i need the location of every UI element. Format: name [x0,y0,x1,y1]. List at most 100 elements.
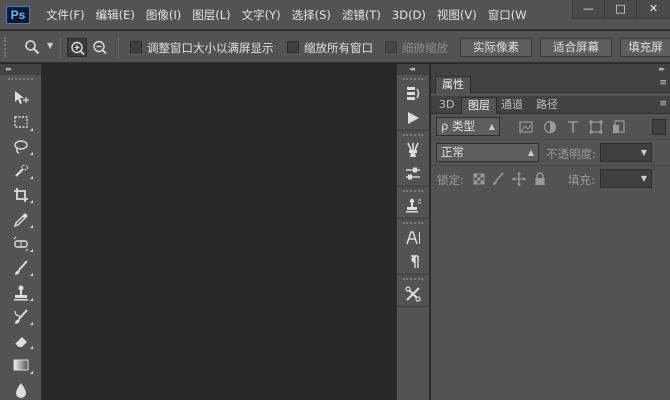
eyedropper-icon [13,212,28,227]
menu-view[interactable]: 视图(V) [437,7,477,23]
fit-screen-button[interactable]: 适合屏幕 [540,38,612,57]
lock-row: 锁定: 填充: ▼ [431,166,670,192]
fill-input[interactable]: ▼ [600,169,652,188]
zoom-in-button[interactable] [67,38,87,57]
history-panel-icon[interactable] [397,82,429,106]
chevron-down-icon: ▼ [640,148,647,157]
quick-selection-icon [15,164,29,177]
menu-window[interactable]: 窗口(W [488,7,527,23]
zoom-out-icon [93,40,107,55]
lasso-icon [14,140,28,154]
tab-paths[interactable]: 路径 [530,97,564,114]
filter-kind-label: ρ 类型 [441,119,475,133]
lock-transparent-pixels-icon[interactable] [471,171,487,187]
brush-presets-icon[interactable] [397,138,429,162]
blur-tool[interactable] [0,378,42,400]
lasso-tool[interactable] [0,135,42,159]
character-panel-icon[interactable] [397,226,429,250]
tools-panel-collapse[interactable]: ▸▸ [0,64,41,75]
docked-panel-icons: ◂◂ [396,64,430,400]
zoom-all-windows-checkbox[interactable] [287,41,299,53]
type-layer-filter-icon[interactable] [565,119,581,135]
blend-mode-select[interactable]: 正常 ▲ [436,143,539,162]
smart-object-filter-icon[interactable] [611,119,627,135]
dock-collapse[interactable]: ◂◂ [397,64,429,75]
zoom-tool-preset-icon[interactable] [24,39,40,55]
opacity-input[interactable]: ▼ [600,143,652,162]
zoom-out-button[interactable] [90,38,110,57]
dock-group-history [397,75,429,131]
clone-source-icon[interactable] [397,194,429,218]
marquee-tool[interactable] [0,110,42,134]
resize-windows-checkbox[interactable] [130,41,142,53]
blur-icon [16,382,26,398]
tab-properties[interactable]: 属性 [435,76,471,93]
bandage-icon [13,236,29,252]
adjustments-sliders-icon[interactable] [397,162,429,186]
document-canvas-area[interactable] [43,64,395,400]
menu-3d[interactable]: 3D(D) [392,8,426,22]
actual-pixels-button[interactable]: 实际像素 [460,38,532,57]
brush-tool[interactable] [0,256,42,280]
fill-screen-button[interactable]: 填充屏 [620,38,670,57]
quick-selection-tool[interactable] [0,159,42,183]
menu-bar: Ps 文件(F) 编辑(E) 图像(I) 图层(L) 文字(Y) 选择(S) 滤… [0,0,670,30]
menu-image[interactable]: 图像(I) [146,7,181,23]
layer-filter-row: ρ 类型 ▲ [431,114,670,140]
pixel-layer-filter-icon[interactable] [518,119,534,135]
menu-file[interactable]: 文件(F) [46,7,85,23]
gradient-tool[interactable] [0,353,42,377]
scrubby-zoom-checkbox[interactable] [385,41,397,53]
blend-mode-row: 正常 ▲ 不透明度: ▼ [431,140,670,166]
layer-filter-toggle[interactable] [652,119,666,135]
menu-filter[interactable]: 滤镜(T) [342,7,381,23]
opacity-label: 不透明度: [546,147,596,161]
options-bar: ▼ 调整窗口大小以满屏显示 缩放所有窗口 细微缩放 实际像素 适合屏幕 填充屏 [0,31,670,63]
restore-button[interactable]: □ [604,0,636,19]
close-button[interactable]: ✕ [636,0,670,19]
paragraph-panel-icon[interactable] [397,250,429,274]
crop-icon [14,188,28,203]
menu-edit[interactable]: 编辑(E) [96,7,135,23]
move-tool[interactable] [0,86,42,110]
rectangular-marquee-icon [14,116,28,129]
lock-image-pixels-icon[interactable] [490,171,506,187]
crop-tool[interactable] [0,183,42,207]
move-icon [15,91,29,105]
brush-icon [15,260,28,276]
layers-panel-tabbar: 3D 图层 通道 路径 ≡ [431,96,670,114]
eraser-icon [14,337,27,348]
tab-3d[interactable]: 3D [433,97,460,114]
window-controls: — □ ✕ [572,0,670,20]
layer-filter-kind-select[interactable]: ρ 类型 ▲ [436,117,500,136]
history-brush-tool[interactable] [0,305,42,329]
gradient-icon [13,359,29,371]
eyedropper-tool[interactable] [0,207,42,231]
tab-layers[interactable]: 图层 [461,97,497,114]
tools-panel-grip[interactable] [8,78,33,86]
tab-channels[interactable]: 通道 [495,97,529,114]
healing-brush-tool[interactable] [0,232,42,256]
adjustment-layer-filter-icon[interactable] [542,119,558,135]
properties-panel-menu[interactable]: ≡ [659,78,666,88]
resize-windows-label: 调整窗口大小以满屏显示 [147,41,274,55]
right-panel-collapse[interactable]: ▸▸ [431,64,670,75]
tool-presets-icon[interactable] [397,282,429,306]
menu-layer[interactable]: 图层(L) [192,7,230,23]
dock-group-clone-source [397,187,429,219]
layers-list[interactable] [431,190,670,400]
lock-position-icon[interactable] [511,171,527,187]
zoom-in-icon [71,41,85,56]
minimize-button[interactable]: — [572,0,604,19]
menu-select[interactable]: 选择(S) [292,7,331,23]
tool-preset-dropdown-arrow[interactable]: ▼ [47,41,53,50]
menu-type[interactable]: 文字(Y) [242,7,281,23]
actions-panel-icon[interactable] [397,106,429,130]
lock-all-icon[interactable] [532,171,548,187]
shape-layer-filter-icon[interactable] [588,119,604,135]
eraser-tool[interactable] [0,329,42,353]
right-panel-dock: ▸▸ 属性 ≡ 3D 图层 通道 路径 ≡ ρ 类型 ▲ 正常 ▲ 不透明度: … [431,64,670,400]
options-bar-grip[interactable] [4,37,8,57]
clone-stamp-tool[interactable] [0,280,42,304]
layers-panel-menu[interactable]: ≡ [659,99,666,109]
